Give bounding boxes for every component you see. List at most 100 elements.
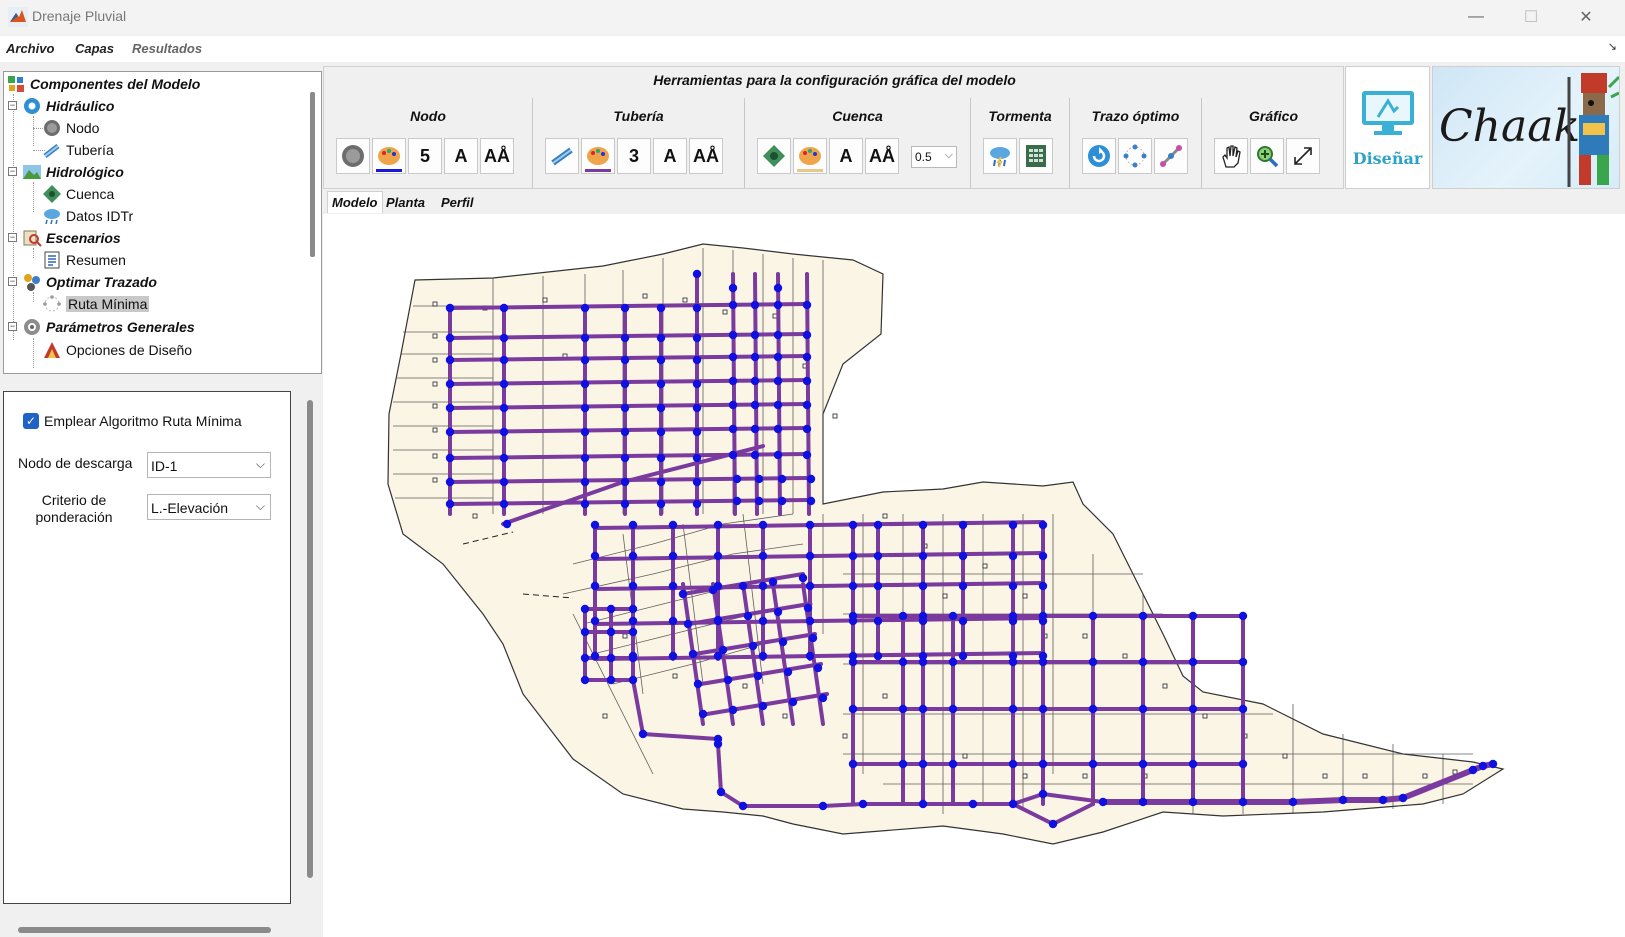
route-refresh-button[interactable] <box>1082 138 1116 174</box>
network-node <box>1038 551 1048 561</box>
network-node <box>805 551 815 561</box>
collapse-hidraulico-icon[interactable]: − <box>8 101 17 110</box>
network-node <box>898 657 908 667</box>
collapse-parametros-icon[interactable]: − <box>8 322 17 331</box>
use-min-route-checkbox[interactable]: ✓ <box>23 413 39 429</box>
network-node <box>848 551 858 561</box>
network-node <box>1238 797 1248 807</box>
node-color-button[interactable] <box>372 138 406 174</box>
basin-alpha-select[interactable]: 0.5 ⌵ <box>911 146 957 168</box>
route-network-button[interactable] <box>1118 138 1152 174</box>
node-style-button[interactable] <box>336 138 370 174</box>
tree-scrollbar[interactable] <box>310 92 315 257</box>
network-node <box>692 379 702 389</box>
network-node <box>918 759 928 769</box>
network-node <box>1038 520 1048 530</box>
network-node <box>802 330 812 340</box>
network-node <box>738 801 748 811</box>
tree-item-hidrologico[interactable]: Hidrológico <box>22 161 124 183</box>
tree-item-resumen[interactable]: Resumen <box>42 249 126 271</box>
network-node <box>590 581 600 591</box>
network-node <box>958 551 968 561</box>
basin-style-button[interactable] <box>757 138 791 174</box>
catchment-marker <box>1452 769 1458 775</box>
network-node <box>580 403 590 413</box>
collapse-optimar-icon[interactable]: − <box>8 277 17 286</box>
network-node <box>918 657 928 667</box>
drainage-network-map[interactable] <box>323 214 1625 937</box>
network-node <box>728 300 738 310</box>
menu-archivo[interactable]: Archivo <box>6 41 54 56</box>
maximize-button[interactable]: ☐ <box>1508 0 1554 34</box>
options-vertical-scrollbar[interactable] <box>307 400 313 878</box>
pipe-color-button[interactable] <box>581 138 615 174</box>
storm-table-button[interactable] <box>1019 138 1053 174</box>
pipe-style-button[interactable] <box>545 138 579 174</box>
criterion-label-line1: Criterio de <box>41 492 107 508</box>
network-node <box>1008 581 1018 591</box>
design-button[interactable]: Diseñar <box>1345 66 1430 189</box>
pan-button[interactable] <box>1214 138 1248 174</box>
storm-button[interactable] <box>983 138 1017 174</box>
network-node <box>1288 797 1298 807</box>
discharge-node-select[interactable]: ID-1 ⌵ <box>147 452 271 478</box>
catchment-marker <box>432 333 438 339</box>
network-node <box>802 450 812 460</box>
zoom-button[interactable] <box>1250 138 1284 174</box>
tree-item-optimar[interactable]: Optimar Trazado <box>22 271 157 293</box>
close-button[interactable]: ✕ <box>1563 0 1609 34</box>
tree-item-hidraulico[interactable]: Hidráulico <box>22 95 114 117</box>
expand-button[interactable] <box>1286 138 1320 174</box>
menu-capas[interactable]: Capas <box>75 41 114 56</box>
tree-item-cuenca[interactable]: Cuenca <box>42 183 114 205</box>
menu-resultados[interactable]: Resultados <box>132 41 202 56</box>
catchment-marker <box>642 293 648 299</box>
network-node <box>1038 789 1048 799</box>
options-horizontal-scrollbar[interactable] <box>18 927 271 933</box>
network-node <box>718 645 728 655</box>
catchment-marker <box>432 357 438 363</box>
model-canvas[interactable] <box>323 214 1625 937</box>
network-node <box>778 637 788 647</box>
tab-planta[interactable]: Planta <box>386 195 425 210</box>
route-link-button[interactable] <box>1154 138 1188 174</box>
network-node <box>788 697 798 707</box>
pipe-font-size-button[interactable]: AÅ <box>689 138 723 174</box>
network-node <box>656 477 666 487</box>
title-bar: Drenaje Pluvial — ☐ ✕ <box>0 0 1625 34</box>
tree-item-opciones[interactable]: Opciones de Diseño <box>42 339 192 361</box>
pipe-width-button[interactable]: 3 <box>617 138 651 174</box>
node-size-button[interactable]: 5 <box>408 138 442 174</box>
network-node <box>750 376 760 386</box>
network-node <box>692 477 702 487</box>
network-node <box>620 499 630 509</box>
node-font-button[interactable]: A <box>444 138 478 174</box>
basin-color-button[interactable] <box>793 138 827 174</box>
tab-modelo[interactable]: Modelo <box>327 191 383 213</box>
network-node <box>499 355 509 365</box>
minimize-button[interactable]: — <box>1453 0 1499 34</box>
node-font-size-button[interactable]: AÅ <box>480 138 514 174</box>
settings-gear-icon <box>24 319 40 335</box>
tree-item-datos-idtr[interactable]: Datos IDTr <box>42 205 133 227</box>
network-node <box>628 520 638 530</box>
tree-root[interactable]: Componentes del Modelo <box>6 73 200 95</box>
collapse-hidrologico-icon[interactable]: − <box>8 167 17 176</box>
network-node <box>445 379 455 389</box>
tree-item-ruta-minima[interactable]: Ruta Mínima <box>42 293 150 315</box>
tree-item-escenarios[interactable]: Escenarios <box>22 227 121 249</box>
group-cuenca: Cuenca A AÅ 0.5 ⌵ <box>745 98 971 188</box>
network-node <box>743 611 753 621</box>
basin-font-size-button[interactable]: AÅ <box>865 138 899 174</box>
basin-font-button[interactable]: A <box>829 138 863 174</box>
collapse-escenarios-icon[interactable]: − <box>8 233 17 242</box>
pipe-font-button[interactable]: A <box>653 138 687 174</box>
criterion-select[interactable]: L.-Elevación ⌵ <box>147 494 271 520</box>
design-options-icon <box>44 342 60 358</box>
network-node <box>445 303 455 313</box>
tree-item-nodo[interactable]: Nodo <box>42 117 99 139</box>
undock-icon[interactable]: ↘ <box>1608 40 1617 53</box>
tree-item-parametros[interactable]: Parámetros Generales <box>22 316 195 338</box>
tree-item-tuberia[interactable]: Tubería <box>42 139 114 161</box>
tab-perfil[interactable]: Perfil <box>441 195 474 210</box>
